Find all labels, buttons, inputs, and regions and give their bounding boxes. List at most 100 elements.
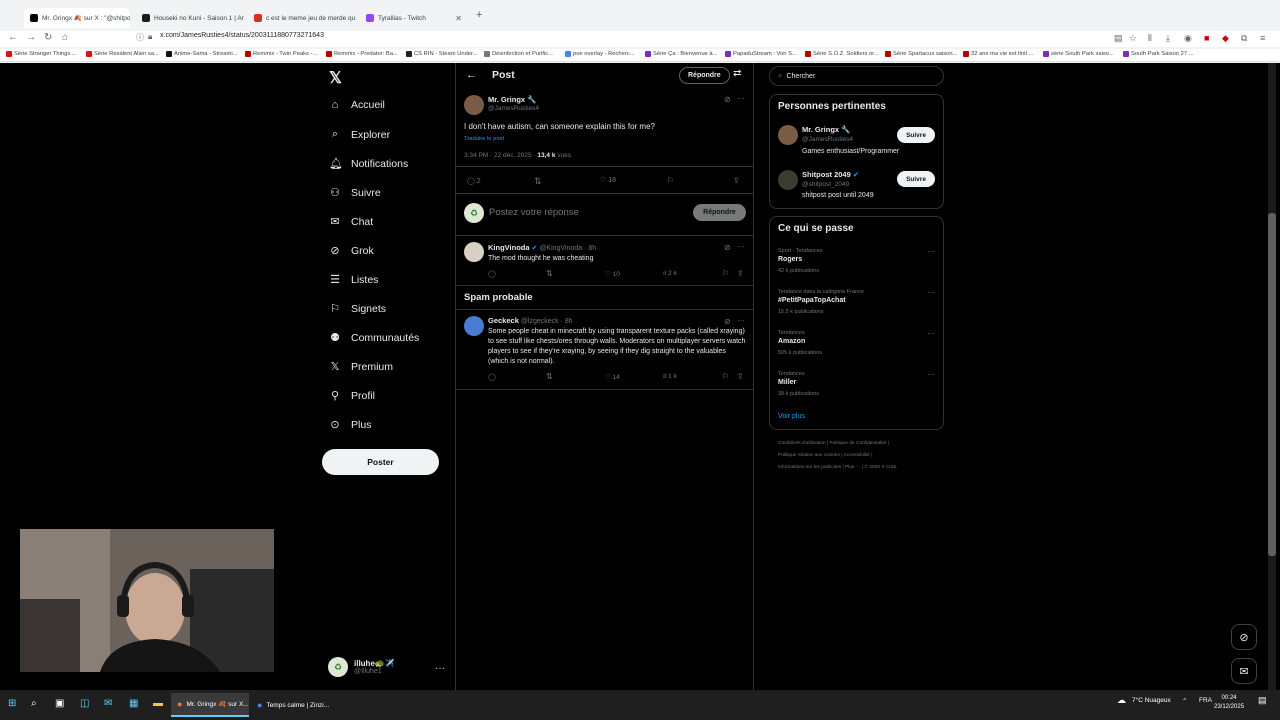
reply-author-name[interactable]: KingVinoda — [488, 243, 530, 252]
reply-author-handle[interactable]: @lzgeckeck · 8h — [521, 318, 573, 325]
mail-app-icon[interactable]: ✉ — [104, 698, 112, 709]
new-tab-icon[interactable]: + — [476, 9, 482, 21]
account-icon[interactable]: ◉ — [1184, 33, 1192, 44]
reply-author-handle[interactable]: @KingVinoda · 8h — [539, 245, 596, 252]
show-more-link[interactable]: Voir plus — [778, 413, 805, 420]
sort-replies-icon[interactable]: ⇄ — [733, 68, 741, 79]
person-handle[interactable]: @JamesRusties4 — [802, 136, 853, 143]
bookmark-item[interactable]: Désinfection et Purific... — [484, 51, 553, 57]
messages-fab-icon[interactable]: ✉ — [1231, 658, 1257, 684]
reply-header-button[interactable]: Répondre — [679, 67, 730, 84]
back-icon[interactable]: ← — [8, 32, 18, 43]
sidebar-item-suivre[interactable]: ⚇ Suivre — [329, 186, 381, 200]
more-icon[interactable]: ··· — [737, 94, 745, 103]
footer-links[interactable]: Informations sur les publicités | Plus ·… — [778, 465, 898, 470]
star-icon[interactable]: ☆ — [1129, 33, 1137, 44]
reply-author-name[interactable]: Geckeck — [488, 316, 519, 325]
chevron-up-icon[interactable]: ⌃ — [1182, 697, 1187, 705]
sidebar-item-accueil[interactable]: ⌂ Accueil — [329, 99, 385, 111]
footer-links[interactable]: Politique relative aux cookies | Accessi… — [778, 453, 872, 458]
bookmark-item[interactable]: Série Spartacus saison... — [885, 51, 957, 57]
more-icon[interactable]: ··· — [927, 288, 935, 297]
sidebar-item-signets[interactable]: ⚐ Signets — [329, 302, 386, 316]
library-icon[interactable]: ⫴ — [1148, 33, 1152, 44]
tweet-author-handle[interactable]: @JamesRusties4 — [488, 105, 539, 112]
bookmark-item[interactable]: Série S.O.Z. Soldiers or... — [805, 51, 879, 57]
person-name[interactable]: Shitpost 2049 — [802, 170, 851, 179]
reader-icon[interactable]: ▤ — [1114, 33, 1123, 44]
bookmark-item[interactable]: Remmix - Twin Peaks -... — [245, 51, 317, 57]
bookmark-item[interactable]: Série Stranger Things ... — [6, 51, 77, 57]
grok-icon[interactable]: ⊘ — [724, 243, 731, 252]
repost-icon[interactable]: ⇅ — [546, 269, 553, 278]
bookmark-item[interactable]: Remmix - Predator: Ba... — [326, 51, 398, 57]
bookmark-icon[interactable]: ⚐ — [722, 372, 729, 381]
footer-links[interactable]: Conditions d'utilisation | Politique de … — [778, 441, 889, 446]
sidebar-item-listes[interactable]: ☰ Listes — [329, 273, 378, 287]
calendar-icon[interactable]: ▦ — [129, 698, 138, 709]
scrollbar-thumb[interactable] — [1268, 213, 1276, 556]
sidebar-item-plus[interactable]: ⊙ Plus — [329, 418, 371, 432]
sidebar-item-grok[interactable]: ⊘ Grok — [329, 244, 373, 258]
bookmark-item[interactable]: série South Park saiso... — [1043, 51, 1114, 57]
site-info-icon[interactable]: ⓘ — [136, 32, 144, 43]
bookmark-icon[interactable]: ⚐ — [722, 269, 729, 278]
tab-meme[interactable]: c est le meme jeu de merde qu ✕ — [248, 8, 356, 28]
tab-twitch[interactable]: Tyrallias - Twitch ✕ — [360, 8, 468, 28]
sidebar-item-premium[interactable]: 𝕏 Premium — [329, 360, 393, 374]
store-icon[interactable]: ◫ — [80, 698, 89, 709]
share-icon[interactable]: ⇪ — [737, 269, 744, 278]
views-action[interactable]: ıl 2 k — [663, 270, 677, 277]
ublock-icon[interactable]: ◆ — [1222, 33, 1229, 44]
sidebar-item-notifications[interactable]: 🔔︎ Notifications — [329, 157, 408, 171]
sidebar-item-chat[interactable]: ✉ Chat — [329, 215, 373, 229]
grok-icon[interactable]: ⊘ — [724, 95, 731, 104]
more-icon[interactable]: ··· — [927, 247, 935, 256]
person-handle[interactable]: @shitpost_2049 — [802, 181, 849, 188]
trend-name[interactable]: Rogers — [778, 256, 802, 263]
trend-name[interactable]: Amazon — [778, 338, 805, 345]
close-icon[interactable]: ✕ — [455, 14, 462, 23]
url-bar[interactable]: x.com/JamesRusties4/status/2003111880773… — [160, 32, 324, 39]
search-box[interactable]: ⌕ Chercher — [769, 66, 944, 86]
download-icon[interactable]: ⤓ — [1166, 33, 1170, 44]
repost-icon[interactable]: ⇅ — [534, 176, 542, 187]
home-icon[interactable]: ⌂ — [62, 32, 68, 43]
more-icon[interactable]: ··· — [927, 329, 935, 338]
more-icon[interactable]: ··· — [927, 370, 935, 379]
tweet-author-name[interactable]: Mr. Gringx 🔧 — [488, 95, 537, 104]
comment-icon[interactable]: ◯ — [488, 373, 496, 381]
repost-icon[interactable]: ⇅ — [546, 372, 553, 381]
sidebar-item-profil[interactable]: ⚲ Profil — [329, 389, 375, 403]
sidebar-item-explorer[interactable]: ⌕ Explorer — [329, 128, 390, 141]
comment-icon[interactable]: ◯ — [488, 270, 496, 278]
tweet-time[interactable]: 3:34 PM · 22 déc. 2025 · — [464, 152, 536, 159]
forward-icon[interactable]: → — [26, 32, 36, 43]
account-switcher[interactable]: ♻ illuhe🐢✈️ @Illuhe1 — [328, 657, 395, 677]
language-indicator[interactable]: FRA — [1199, 697, 1212, 704]
tab-houseki[interactable]: Houseki no Kuni - Saison 1 | Ar ✕ — [136, 8, 244, 28]
more-icon[interactable]: ··· — [737, 316, 745, 325]
extension-icon[interactable]: ■ — [1204, 33, 1209, 43]
post-button[interactable]: Poster — [322, 449, 439, 475]
back-arrow-icon[interactable]: ← — [466, 69, 477, 81]
bookmark-item[interactable]: 32 ans ma vie est finit ... — [963, 51, 1034, 57]
bookmark-item[interactable]: Série Ça : Bienvenue à... — [645, 51, 717, 57]
grok-fab-icon[interactable]: ⊘ — [1231, 624, 1257, 650]
reply-action[interactable]: ◯ 2 — [467, 177, 481, 185]
search-icon[interactable]: ⌕ — [31, 698, 37, 709]
task-view-icon[interactable]: ▣ — [55, 698, 64, 709]
bookmark-icon[interactable]: ⚐ — [667, 176, 674, 185]
like-action[interactable]: ♡ 14 — [605, 373, 620, 381]
extensions-icon[interactable]: ⧉ — [1241, 33, 1247, 44]
search-input[interactable]: Chercher — [786, 73, 815, 80]
bookmark-item[interactable]: poe overlay - Recherc... — [565, 51, 635, 57]
bookmark-item[interactable]: CS RIN - Steam Under... — [406, 51, 477, 57]
trend-name[interactable]: #PetitPapaTopAchat — [778, 297, 846, 304]
reply-submit-button[interactable]: Répondre — [693, 204, 746, 221]
person-name[interactable]: Mr. Gringx 🔧 — [802, 125, 851, 134]
clock[interactable]: 00:24 23/12/2025 — [1214, 694, 1244, 712]
like-action[interactable]: ♡ 10 — [605, 270, 620, 278]
reply-input[interactable]: Postez votre réponse — [489, 207, 579, 218]
folder-icon[interactable]: ▬ — [153, 698, 163, 709]
